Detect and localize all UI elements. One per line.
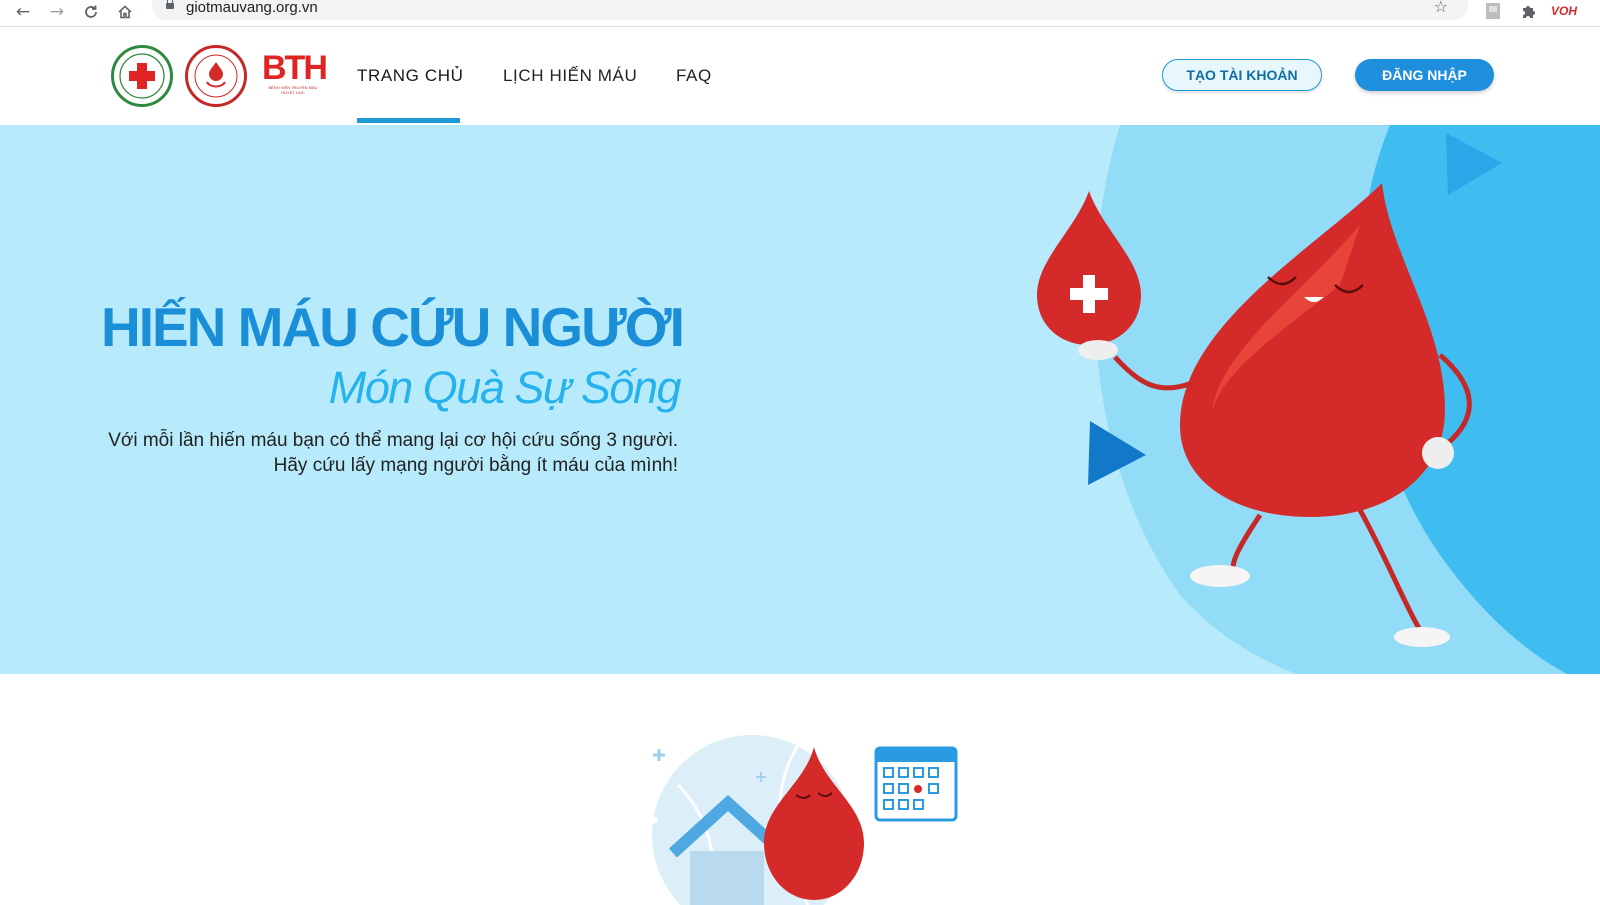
arrow-left-icon[interactable]: ←: [12, 2, 34, 22]
hero-description-line-1: Với mỗi lần hiến máu bạn có thể mang lại…: [108, 430, 678, 451]
voh-extension-icon[interactable]: VOH: [1550, 2, 1578, 20]
hero-subtitle: Món Quà Sự Sống: [328, 362, 682, 413]
reload-icon[interactable]: [80, 2, 102, 22]
blood-donation-logo[interactable]: [185, 45, 247, 107]
arrow-right-icon[interactable]: →: [46, 2, 68, 22]
puzzle-icon[interactable]: [1518, 2, 1538, 20]
url-text: giotmauvang.org.vn: [186, 0, 318, 16]
bth-logo-text: BTH: [262, 49, 328, 87]
hero-banner: HIẾN MÁU CỨU NGƯỜI Món Quà Sự Sống Với m…: [0, 125, 1600, 674]
hero-description-line-2: Hãy cứu lấy mạng người bằng ít máu của m…: [273, 455, 678, 476]
browser-toolbar: ← → giotmauvang.org.vn ☆ VOH: [0, 0, 1600, 27]
hero-description: Với mỗi lần hiến máu bạn có thể mang lại…: [38, 428, 678, 478]
create-account-button[interactable]: TẠO TÀI KHOẢN: [1162, 59, 1322, 91]
home-icon[interactable]: [114, 2, 136, 22]
star-icon[interactable]: ☆: [1434, 0, 1448, 16]
bth-logo-caption: BỆNH VIỆN TRUYỀN MÁU HUYẾT HỌC: [268, 85, 318, 95]
donation-schedule-illustration: [618, 735, 976, 905]
red-cross-logo[interactable]: [111, 45, 173, 107]
login-button[interactable]: ĐĂNG NHẬP: [1355, 59, 1494, 91]
hero-title: HIẾN MÁU CỨU NGƯỜI: [101, 296, 685, 358]
bth-logo[interactable]: BTH BỆNH VIỆN TRUYỀN MÁU HUYẾT HỌC: [262, 49, 328, 99]
hero-illustration: [1037, 125, 1600, 674]
nav-trang-chu[interactable]: TRANG CHỦ: [357, 66, 463, 86]
profile-extension-icon[interactable]: [1484, 2, 1502, 20]
nav-faq[interactable]: FAQ: [676, 66, 712, 86]
lock-icon: [166, 0, 174, 9]
nav-lich-hien-mau[interactable]: LỊCH HIẾN MÁU: [503, 66, 637, 86]
address-bar[interactable]: giotmauvang.org.vn ☆: [152, 0, 1468, 20]
active-nav-indicator: [357, 118, 460, 123]
